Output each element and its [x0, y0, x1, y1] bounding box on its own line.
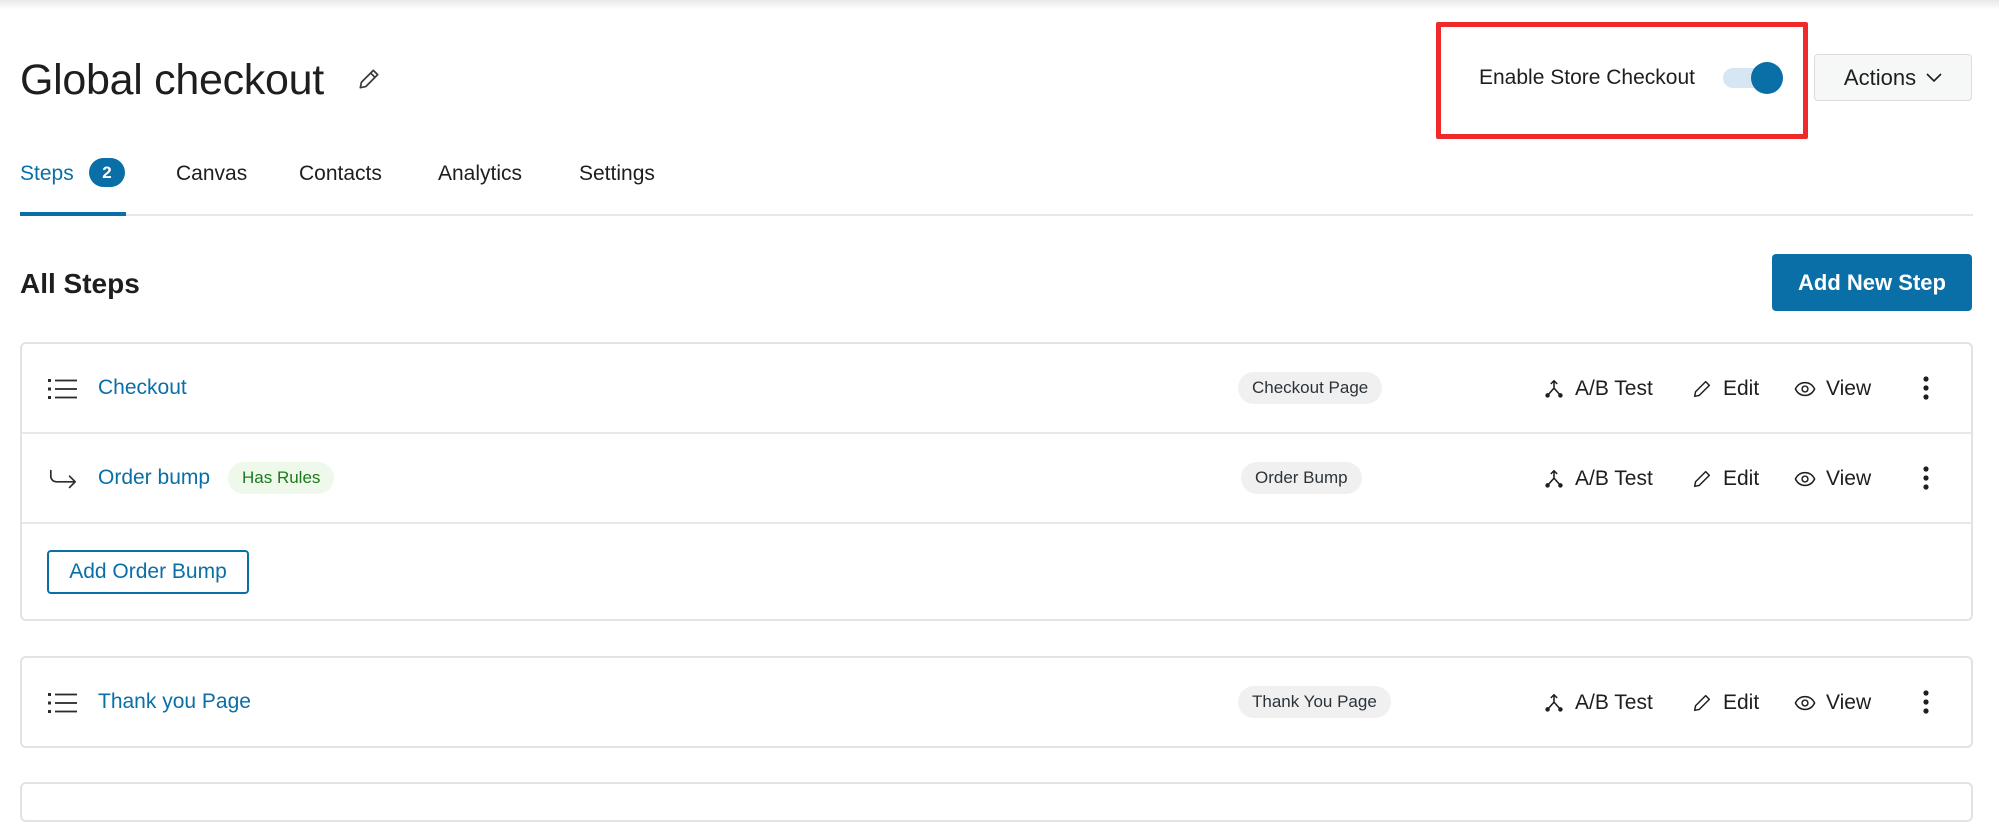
chevron-down-icon	[1926, 72, 1942, 82]
step-type-badge: Checkout Page	[1238, 372, 1383, 404]
view-label: View	[1826, 691, 1872, 714]
tab-analytics[interactable]: Analytics	[438, 160, 522, 188]
add-order-bump-button[interactable]: Add Order Bump	[47, 550, 249, 594]
pencil-icon	[1693, 694, 1711, 712]
more-options-icon[interactable]	[1920, 374, 1932, 402]
view-action[interactable]: View	[1794, 375, 1871, 403]
more-options-icon[interactable]	[1920, 464, 1932, 492]
ab-test-label: A/B Test	[1575, 691, 1653, 714]
ab-test-label: A/B Test	[1575, 377, 1653, 400]
edit-action[interactable]: Edit	[1691, 689, 1759, 717]
ab-test-label: A/B Test	[1575, 467, 1653, 490]
step-row-order-bump: Order bump Has Rules Order Bump A/B Test…	[22, 434, 1971, 524]
has-rules-badge: Has Rules	[228, 462, 335, 494]
store-checkout-toggle[interactable]	[1723, 62, 1783, 94]
edit-action[interactable]: Edit	[1691, 375, 1759, 403]
step-type-badge: Thank You Page	[1238, 686, 1391, 718]
step-name-link[interactable]: Thank you Page	[98, 688, 251, 716]
tab-steps[interactable]: Steps	[20, 160, 74, 188]
tab-bar: Steps 2 Canvas Contacts Analytics Settin…	[20, 154, 1973, 216]
step-card-checkout: Checkout Checkout Page A/B Test Edit Vie…	[20, 342, 1973, 621]
list-icon[interactable]	[48, 376, 78, 402]
pencil-icon	[1693, 470, 1711, 488]
split-icon	[1545, 469, 1563, 488]
step-name-link[interactable]: Checkout	[98, 374, 187, 402]
tab-canvas[interactable]: Canvas	[176, 160, 247, 188]
eye-icon	[1794, 381, 1816, 397]
step-row-thank-you: Thank you Page Thank You Page A/B Test E…	[22, 658, 1971, 748]
pencil-icon[interactable]	[356, 66, 382, 92]
eye-icon	[1794, 471, 1816, 487]
view-label: View	[1826, 467, 1872, 490]
step-row-checkout: Checkout Checkout Page A/B Test Edit Vie…	[22, 344, 1971, 434]
pencil-icon	[1693, 380, 1711, 398]
store-checkout-label: Enable Store Checkout	[1479, 66, 1695, 89]
page-title: Global checkout	[20, 56, 324, 104]
step-card-partial	[20, 782, 1973, 822]
view-action[interactable]: View	[1794, 689, 1871, 717]
add-new-step-button[interactable]: Add New Step	[1772, 254, 1972, 311]
page: Global checkout Enable Store Checkout Ac…	[20, 0, 1973, 822]
active-tab-indicator	[20, 212, 126, 216]
steps-count-badge: 2	[89, 158, 125, 187]
tab-steps-label: Steps	[20, 162, 74, 185]
ab-test-action[interactable]: A/B Test	[1543, 375, 1653, 403]
tab-settings[interactable]: Settings	[579, 160, 655, 188]
split-icon	[1545, 693, 1563, 712]
edit-label: Edit	[1723, 377, 1760, 400]
edit-label: Edit	[1723, 467, 1760, 490]
ab-test-action[interactable]: A/B Test	[1543, 689, 1653, 717]
eye-icon	[1794, 695, 1816, 711]
view-action[interactable]: View	[1794, 465, 1871, 493]
ab-test-action[interactable]: A/B Test	[1543, 465, 1653, 493]
step-card-thank-you: Thank you Page Thank You Page A/B Test E…	[20, 656, 1973, 748]
list-icon[interactable]	[48, 690, 78, 716]
edit-action[interactable]: Edit	[1691, 465, 1759, 493]
view-label: View	[1826, 377, 1872, 400]
actions-label: Actions	[1843, 64, 1917, 90]
more-options-icon[interactable]	[1920, 688, 1932, 716]
step-name-link[interactable]: Order bump	[98, 464, 210, 492]
split-icon	[1545, 379, 1563, 398]
edit-label: Edit	[1723, 691, 1760, 714]
step-type-badge: Order Bump	[1241, 462, 1362, 494]
section-title: All Steps	[20, 268, 140, 299]
tab-contacts[interactable]: Contacts	[299, 160, 382, 188]
actions-button[interactable]: Actions	[1814, 54, 1972, 101]
toggle-knob	[1751, 62, 1783, 94]
arrow-turn-right-icon	[49, 469, 77, 489]
